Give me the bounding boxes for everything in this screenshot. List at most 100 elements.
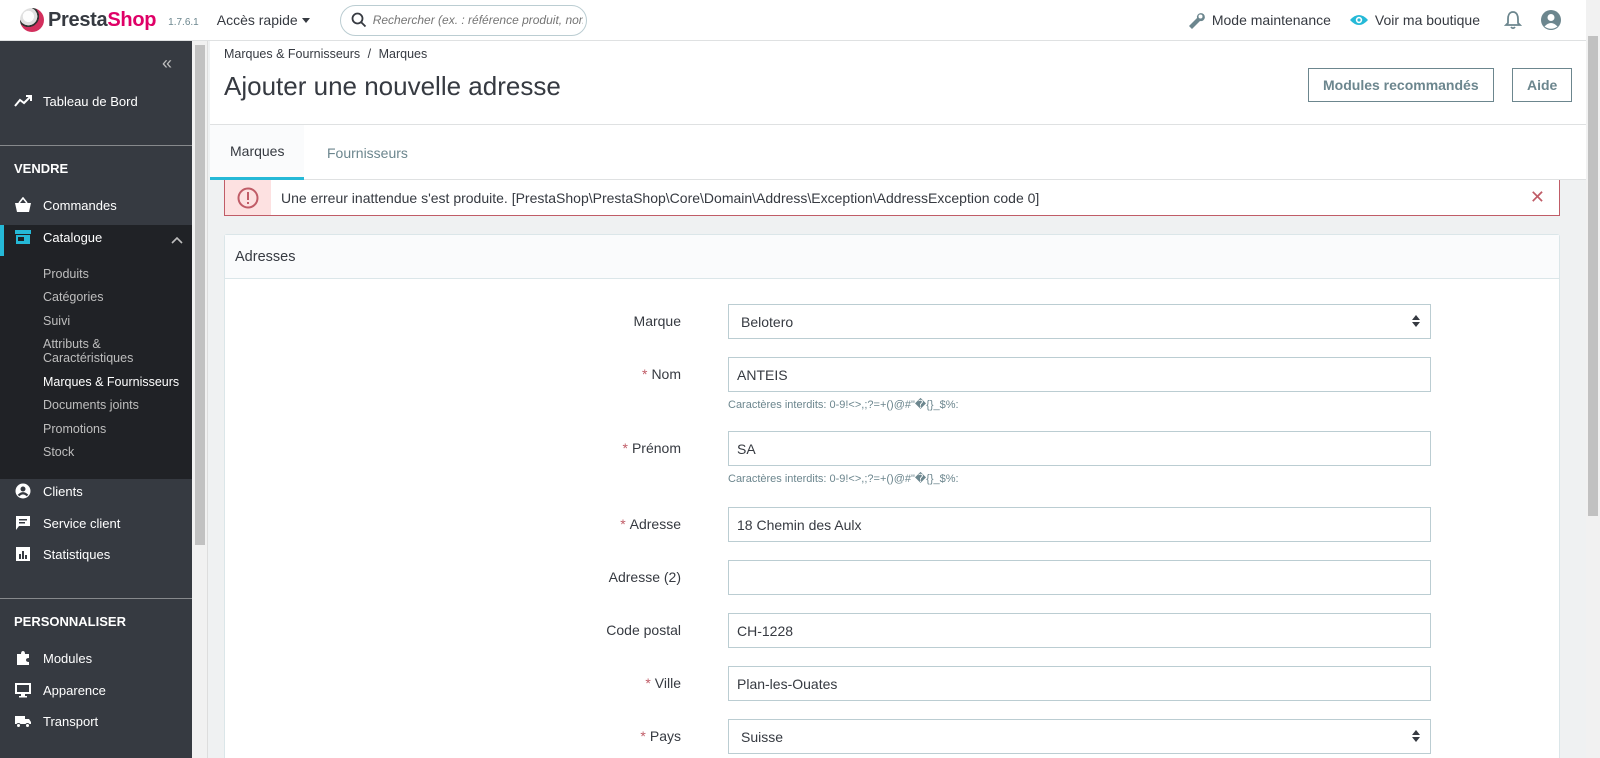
sidebar-item-stats[interactable]: Statistiques	[14, 545, 110, 563]
lastname-input[interactable]: ANTEIS	[728, 357, 1431, 392]
eye-icon	[1349, 15, 1368, 25]
select-arrows-icon	[1412, 730, 1420, 742]
quick-access-label: Accès rapide	[216, 12, 298, 28]
tab-suppliers[interactable]: Fournisseurs	[307, 125, 428, 180]
sidebar-subitem-promotions[interactable]: Promotions	[43, 422, 106, 436]
sidebar-divider	[0, 145, 192, 146]
required-asterisk: *	[645, 675, 651, 691]
sidebar-item-label: Transport	[43, 713, 99, 729]
lastname-hint: Caractères interdits: 0-9!<>,;?=+()@#"�{…	[728, 399, 959, 411]
sidebar-item-dashboard[interactable]: Tableau de Bord	[14, 92, 138, 110]
search-icon	[351, 12, 366, 28]
puffin-logo-icon	[20, 8, 44, 32]
country-select[interactable]: Suisse	[728, 719, 1431, 754]
sidebar-nav: « Tableau de Bord VENDRE Commandes Catal…	[0, 41, 192, 758]
user-account-icon[interactable]	[1540, 9, 1562, 31]
maintenance-label: Mode maintenance	[1211, 12, 1331, 28]
firstname-input[interactable]: SA	[728, 431, 1431, 466]
logo-text-part2: Shop	[107, 8, 157, 31]
firstname-label: * Prénom	[623, 440, 681, 456]
maintenance-link[interactable]: Mode maintenance	[1186, 11, 1331, 29]
sidebar-item-label: Apparence	[43, 682, 106, 698]
sidebar-item-label: Tableau de Bord	[43, 93, 138, 109]
collapse-sidebar-icon[interactable]: «	[162, 53, 172, 74]
sidebar-scrollbar-thumb[interactable]	[195, 45, 205, 545]
store-icon	[14, 228, 32, 246]
version-label: 1.7.6.1	[168, 16, 199, 28]
close-icon[interactable]: ✕	[1530, 187, 1545, 208]
sidebar-subitem-products[interactable]: Produits	[43, 267, 89, 281]
quick-access-dropdown[interactable]: Accès rapide	[217, 12, 310, 28]
page-title: Ajouter une nouvelle adresse	[224, 71, 561, 101]
error-circle-icon	[237, 187, 259, 208]
sidebar-subitem-tracking[interactable]: Suivi	[43, 314, 70, 328]
user-circle-icon	[14, 482, 32, 500]
brand-select-value: Belotero	[741, 313, 794, 330]
select-arrows-icon	[1412, 315, 1420, 327]
section-personnaliser-heading: PERSONNALISER	[14, 614, 126, 629]
zipcode-label: Code postal	[606, 622, 681, 638]
sidebar-subitem-attributes[interactable]: Attributs & Caractéristiques	[43, 337, 133, 365]
city-input[interactable]: Plan-les-Ouates	[728, 666, 1431, 701]
truck-icon	[14, 712, 32, 730]
zipcode-input[interactable]: CH-1228	[728, 613, 1431, 648]
country-label: * Pays	[640, 728, 681, 744]
top-header: PrestaShop 1.7.6.1 Accès rapide Mode mai…	[0, 0, 1586, 41]
brand-label: Marque	[633, 313, 681, 329]
page-scrollbar-thumb[interactable]	[1588, 36, 1598, 516]
breadcrumb-brands[interactable]: Marques	[379, 47, 428, 61]
search-input[interactable]	[372, 13, 583, 27]
monitor-icon	[14, 681, 32, 699]
tabs-bar: Marques Fournisseurs	[210, 125, 1586, 180]
recommended-modules-button[interactable]: Modules recommandés	[1308, 68, 1494, 102]
sidebar-item-label: Statistiques	[43, 546, 111, 562]
puzzle-icon	[14, 649, 32, 667]
sidebar-item-modules[interactable]: Modules	[14, 649, 92, 667]
city-label-text: Ville	[654, 675, 681, 691]
sidebar-subitem-stock[interactable]: Stock	[43, 445, 74, 459]
sidebar-item-orders[interactable]: Commandes	[14, 196, 117, 214]
sidebar-subitem-attachments[interactable]: Documents joints	[43, 398, 139, 412]
country-label-text: Pays	[649, 728, 681, 744]
breadcrumb-separator: /	[367, 47, 372, 61]
sidebar-item-customers[interactable]: Clients	[14, 482, 83, 500]
view-shop-link[interactable]: Voir ma boutique	[1349, 12, 1480, 28]
sidebar-item-label: Catalogue	[43, 229, 103, 245]
required-asterisk: *	[620, 516, 626, 532]
chevron-up-icon[interactable]	[171, 236, 183, 244]
address-input[interactable]: 18 Chemin des Aulx	[728, 507, 1431, 542]
sidebar-item-appearance[interactable]: Apparence	[14, 681, 106, 699]
lastname-label: * Nom	[642, 366, 681, 382]
chat-icon	[14, 514, 32, 532]
error-alert: Une erreur inattendue s'est produite. [P…	[224, 180, 1560, 216]
sidebar-item-customer-service[interactable]: Service client	[14, 514, 120, 532]
address-label: * Adresse	[620, 516, 681, 532]
help-button[interactable]: Aide	[1512, 68, 1573, 102]
logo-text: PrestaShop	[48, 9, 156, 32]
page-scrollbar[interactable]	[1586, 0, 1600, 758]
sidebar-subitem-categories[interactable]: Catégories	[43, 290, 103, 304]
sidebar-item-shipping[interactable]: Transport	[14, 712, 98, 730]
page-header: Marques & Fournisseurs / Marques Ajouter…	[210, 41, 1586, 125]
address-label-text: Adresse	[629, 516, 681, 532]
sidebar-subitem-attributes-line1: Attributs &	[43, 337, 101, 351]
bell-icon[interactable]	[1504, 10, 1522, 30]
address-form-panel: Adresses Marque Belotero * Nom ANTEIS Car…	[224, 234, 1560, 758]
alert-icon-box	[225, 180, 271, 215]
search-box[interactable]	[339, 4, 587, 36]
lastname-label-text: Nom	[651, 366, 681, 382]
logo-text-part1: Presta	[48, 8, 108, 31]
brand-select[interactable]: Belotero	[728, 304, 1431, 339]
breadcrumb-brands-suppliers[interactable]: Marques & Fournisseurs	[224, 47, 360, 61]
sidebar-item-catalog[interactable]: Catalogue	[14, 228, 102, 246]
prestashop-logo[interactable]: PrestaShop	[20, 8, 156, 32]
address2-input[interactable]	[728, 560, 1431, 595]
sidebar-item-label: Clients	[43, 483, 83, 499]
alert-message: Une erreur inattendue s'est produite. [P…	[281, 189, 1040, 206]
required-asterisk: *	[641, 366, 648, 382]
sidebar-subitem-brands-suppliers[interactable]: Marques & Fournisseurs	[43, 375, 179, 389]
sidebar-scrollbar[interactable]	[192, 41, 208, 758]
sidebar-subitem-attributes-line2: Caractéristiques	[43, 351, 134, 365]
tab-brands[interactable]: Marques	[210, 125, 305, 180]
country-select-value: Suisse	[741, 728, 784, 745]
